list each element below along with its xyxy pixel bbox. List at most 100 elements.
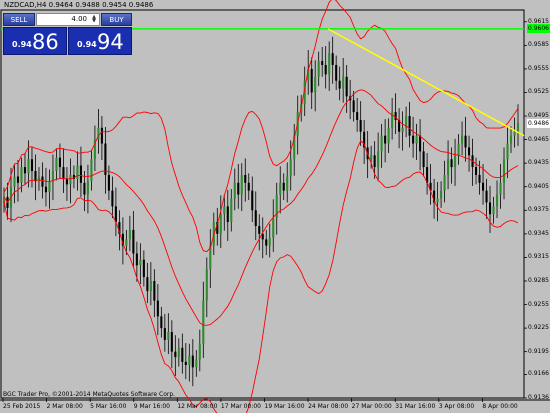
candle-body — [23, 167, 27, 174]
candle-body — [230, 198, 233, 223]
buy-price-box[interactable]: 0.94 94 — [68, 27, 132, 55]
candle-body — [111, 190, 114, 207]
candle-body — [86, 181, 89, 195]
candle-body — [373, 155, 376, 168]
y-axis-tick-label: 0.9255 — [528, 300, 549, 308]
candle-body — [156, 300, 159, 317]
candle-body — [394, 112, 397, 120]
candle-body — [436, 198, 439, 203]
candle-body — [377, 151, 380, 168]
candle-body — [13, 176, 16, 187]
sell-price-box[interactable]: 0.94 86 — [3, 27, 67, 55]
candle-body — [58, 157, 61, 168]
buy-price-prefix: 0.94 — [77, 40, 97, 49]
candle-body — [16, 176, 20, 183]
candle-body — [125, 239, 128, 246]
candle-body — [37, 176, 41, 182]
candle-body — [30, 159, 34, 172]
y-axis-tick-label: 0.9285 — [528, 276, 549, 284]
candle-body — [289, 159, 292, 177]
y-axis-tick-label: 0.9195 — [528, 347, 549, 355]
x-axis-tick-label: 3 Apr 08:00 — [438, 403, 475, 410]
candle-body — [55, 157, 58, 172]
y-axis-tick-label: 0.9225 — [528, 324, 549, 332]
candle-body — [51, 171, 55, 182]
y-axis-tick-label: 0.9405 — [528, 182, 549, 190]
candle-body — [461, 135, 464, 144]
candle-body — [79, 165, 82, 183]
y-axis-tick-label: 0.9345 — [528, 229, 549, 237]
candle-body — [331, 53, 334, 65]
candle-body — [223, 206, 226, 215]
y-axis-tick-label: 0.9315 — [528, 253, 549, 261]
candle-body — [338, 80, 341, 89]
candle-body — [408, 116, 411, 136]
candle-body — [478, 174, 481, 183]
y-axis-tick-label: 0.9525 — [528, 88, 549, 96]
x-axis-tick-label: 24 Mar 08:00 — [308, 403, 349, 410]
buy-button[interactable]: BUY — [101, 13, 132, 26]
candle-body — [467, 147, 471, 156]
candle-body — [177, 347, 180, 358]
candle-body — [499, 182, 502, 195]
candle-body — [492, 206, 495, 215]
candle-body — [132, 229, 135, 254]
candle-body — [83, 182, 86, 195]
candle-body — [184, 361, 187, 366]
candle-body — [387, 127, 390, 144]
candle-body — [191, 355, 194, 368]
y-axis-tick-label: 0.9166 — [528, 370, 549, 378]
candle-body — [342, 76, 345, 89]
candle-body — [167, 332, 170, 340]
candle-body — [48, 181, 51, 193]
candle-body — [457, 143, 460, 156]
candle-body — [422, 151, 425, 168]
candle-body — [233, 182, 236, 199]
x-axis-tick-label: 17 Mar 00:00 — [220, 403, 261, 410]
candle-body — [69, 174, 72, 185]
candle-body — [205, 269, 208, 301]
one-click-trading-panel: SELL 4.00 ▲ ▼ BUY 0.94 86 0.94 94 — [3, 13, 132, 55]
candle-body — [513, 131, 516, 136]
lot-spinner-icon[interactable]: ▲ ▼ — [90, 15, 98, 24]
candle-body — [443, 174, 446, 191]
candle-body — [76, 165, 79, 179]
candle-body — [324, 64, 327, 75]
candle-body — [128, 229, 131, 240]
candle-body — [282, 182, 285, 191]
candle-body — [170, 332, 173, 352]
candle-body — [488, 202, 492, 215]
candle-body — [447, 159, 450, 175]
candle-body — [450, 159, 453, 168]
candle-body — [41, 176, 44, 187]
x-axis-tick-label: 9 Mar 16:00 — [133, 403, 170, 410]
candle-body — [251, 190, 254, 211]
candle-body — [509, 135, 513, 144]
candle-body — [502, 159, 506, 183]
candle-body — [317, 61, 320, 77]
candle-body — [202, 300, 205, 344]
x-axis-tick-label: 25 Feb 2015 — [3, 403, 41, 410]
candle-body — [401, 127, 404, 132]
candle-body — [139, 259, 142, 266]
candle-body — [380, 135, 383, 152]
candle-body — [419, 135, 422, 152]
candle-body — [335, 64, 338, 81]
sell-button[interactable]: SELL — [3, 13, 35, 26]
candle-body — [272, 218, 275, 238]
horizontal-line-price-tag: 0.9606 — [527, 24, 550, 34]
candle-body — [104, 143, 107, 175]
candle-body — [485, 190, 488, 203]
price-chart[interactable] — [0, 0, 550, 413]
lot-size-value: 4.00 — [71, 15, 87, 23]
candle-body — [328, 53, 331, 75]
candle-body — [314, 76, 317, 93]
candle-body — [359, 119, 362, 132]
lot-size-input[interactable]: 4.00 ▲ ▼ — [36, 13, 100, 26]
x-axis-tick-label: 2 Mar 08:00 — [46, 403, 83, 410]
candle-body — [244, 174, 247, 183]
candle-body — [474, 167, 478, 175]
candle-body — [142, 259, 145, 278]
candle-body — [265, 239, 268, 246]
candle-body — [464, 135, 467, 148]
